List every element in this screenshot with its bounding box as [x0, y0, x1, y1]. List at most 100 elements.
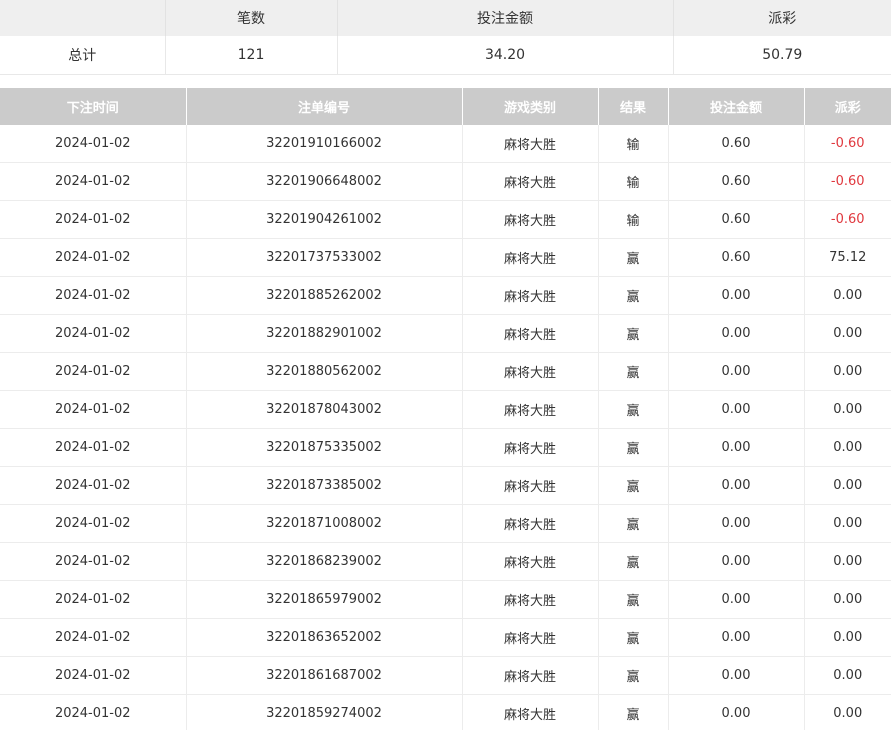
table-row: 2024-01-02 32201910166002 麻将大胜输 0.60 -0.60: [0, 125, 891, 163]
game-type-cell: 麻将大胜: [461, 580, 598, 619]
payout-cell: 0.00: [803, 656, 891, 695]
summary-header-row: 笔数 投注金额 派彩: [0, 0, 891, 36]
payout-cell: -0.60: [803, 162, 891, 201]
order-number-cell: 32201904261002: [185, 200, 462, 239]
table-row: 2024-01-02 32201882901002 麻将大胜赢 0.00 0.00: [0, 314, 891, 353]
payout-cell: 0.00: [803, 276, 891, 315]
result-cell: 赢: [597, 504, 668, 543]
game-type-cell: 麻将大胜: [461, 200, 598, 239]
bet-time-cell: 2024-01-02: [0, 656, 186, 695]
bet-amount-cell: 0.00: [667, 314, 804, 353]
payout-cell: 0.00: [803, 314, 891, 353]
bet-amount-cell: 0.00: [667, 504, 804, 543]
summary-total-row: 总计 121 34.20 50.79: [0, 36, 891, 75]
summary-table: 笔数 投注金额 派彩 总计 121 34.20 50.79: [0, 0, 891, 75]
order-number-cell: 32201868239002: [185, 542, 462, 581]
header-game-type[interactable]: 游戏类别: [461, 88, 598, 125]
summary-header-bet-amount: 投注金额: [336, 0, 673, 36]
table-row: 2024-01-02 32201865979002 麻将大胜赢 0.00 0.00: [0, 580, 891, 619]
bet-amount-cell: 0.60: [667, 125, 804, 163]
table-row: 2024-01-02 32201737533002 麻将大胜赢 0.60 75.12: [0, 238, 891, 277]
bet-time-cell: 2024-01-02: [0, 276, 186, 315]
result-cell: 输: [597, 200, 668, 239]
game-type-cell: 麻将大胜: [461, 276, 598, 315]
bet-time-cell: 2024-01-02: [0, 542, 186, 581]
order-number-cell: 32201875335002: [185, 428, 462, 467]
bet-time-cell: 2024-01-02: [0, 162, 186, 201]
bet-amount-cell: 0.00: [667, 466, 804, 505]
table-row: 2024-01-02 32201873385002 麻将大胜赢 0.00 0.00: [0, 466, 891, 505]
result-cell: 赢: [597, 276, 668, 315]
records-header-row: 下注时间 注单编号 游戏类别 结果 投注金额 派彩: [0, 88, 891, 125]
result-cell: 赢: [597, 656, 668, 695]
order-number-cell: 32201910166002: [185, 125, 462, 163]
result-cell: 赢: [597, 466, 668, 505]
result-cell: 赢: [597, 428, 668, 467]
game-type-cell: 麻将大胜: [461, 314, 598, 353]
bet-amount-cell: 0.00: [667, 542, 804, 581]
table-row: 2024-01-02 32201904261002 麻将大胜输 0.60 -0.60: [0, 200, 891, 239]
payout-cell: 0.00: [803, 428, 891, 467]
order-number-cell: 32201873385002: [185, 466, 462, 505]
result-cell: 赢: [597, 618, 668, 657]
bet-records-table: 下注时间 注单编号 游戏类别 结果 投注金额 派彩 2024-01-02 3220…: [0, 88, 891, 730]
payout-cell: 75.12: [803, 238, 891, 277]
table-row: 2024-01-02 32201863652002 麻将大胜赢 0.00 0.00: [0, 618, 891, 657]
summary-total-payout: 50.79: [672, 36, 891, 75]
header-payout[interactable]: 派彩: [803, 88, 891, 125]
table-row: 2024-01-02 32201859274002 麻将大胜赢 0.00 0.00: [0, 694, 891, 730]
result-cell: 赢: [597, 352, 668, 391]
bet-amount-cell: 0.00: [667, 276, 804, 315]
table-row: 2024-01-02 32201868239002 麻将大胜赢 0.00 0.00: [0, 542, 891, 581]
payout-cell: 0.00: [803, 542, 891, 581]
bet-time-cell: 2024-01-02: [0, 314, 186, 353]
bet-time-cell: 2024-01-02: [0, 238, 186, 277]
table-row: 2024-01-02 32201878043002 麻将大胜赢 0.00 0.00: [0, 390, 891, 429]
bet-amount-cell: 0.00: [667, 428, 804, 467]
game-type-cell: 麻将大胜: [461, 466, 598, 505]
table-row: 2024-01-02 32201885262002 麻将大胜赢 0.00 0.00: [0, 276, 891, 315]
payout-cell: 0.00: [803, 618, 891, 657]
result-cell: 赢: [597, 542, 668, 581]
result-cell: 赢: [597, 390, 668, 429]
header-result[interactable]: 结果: [597, 88, 668, 125]
game-type-cell: 麻将大胜: [461, 656, 598, 695]
bet-amount-cell: 0.00: [667, 618, 804, 657]
order-number-cell: 32201871008002: [185, 504, 462, 543]
result-cell: 赢: [597, 238, 668, 277]
bet-amount-cell: 0.60: [667, 162, 804, 201]
bet-time-cell: 2024-01-02: [0, 694, 186, 730]
bet-time-cell: 2024-01-02: [0, 125, 186, 163]
table-row: 2024-01-02 32201875335002 麻将大胜赢 0.00 0.00: [0, 428, 891, 467]
header-bet-amount[interactable]: 投注金额: [667, 88, 804, 125]
header-bet-time[interactable]: 下注时间: [0, 88, 186, 125]
payout-cell: 0.00: [803, 504, 891, 543]
bet-time-cell: 2024-01-02: [0, 618, 186, 657]
game-type-cell: 麻将大胜: [461, 238, 598, 277]
bet-amount-cell: 0.00: [667, 694, 804, 730]
order-number-cell: 32201865979002: [185, 580, 462, 619]
summary-header-payout: 派彩: [672, 0, 891, 36]
order-number-cell: 32201880562002: [185, 352, 462, 391]
summary-header-blank: [0, 0, 165, 36]
payout-cell: 0.00: [803, 580, 891, 619]
order-number-cell: 32201863652002: [185, 618, 462, 657]
order-number-cell: 32201737533002: [185, 238, 462, 277]
game-type-cell: 麻将大胜: [461, 162, 598, 201]
order-number-cell: 32201861687002: [185, 656, 462, 695]
bet-amount-cell: 0.00: [667, 352, 804, 391]
payout-cell: 0.00: [803, 694, 891, 730]
bet-amount-cell: 0.00: [667, 656, 804, 695]
summary-total-count: 121: [164, 36, 337, 75]
header-order-number[interactable]: 注单编号: [185, 88, 462, 125]
table-row: 2024-01-02 32201906648002 麻将大胜输 0.60 -0.60: [0, 162, 891, 201]
game-type-cell: 麻将大胜: [461, 352, 598, 391]
payout-cell: 0.00: [803, 352, 891, 391]
order-number-cell: 32201885262002: [185, 276, 462, 315]
game-type-cell: 麻将大胜: [461, 125, 598, 163]
summary-header-count: 笔数: [164, 0, 337, 36]
game-type-cell: 麻将大胜: [461, 428, 598, 467]
result-cell: 输: [597, 162, 668, 201]
table-row: 2024-01-02 32201880562002 麻将大胜赢 0.00 0.00: [0, 352, 891, 391]
